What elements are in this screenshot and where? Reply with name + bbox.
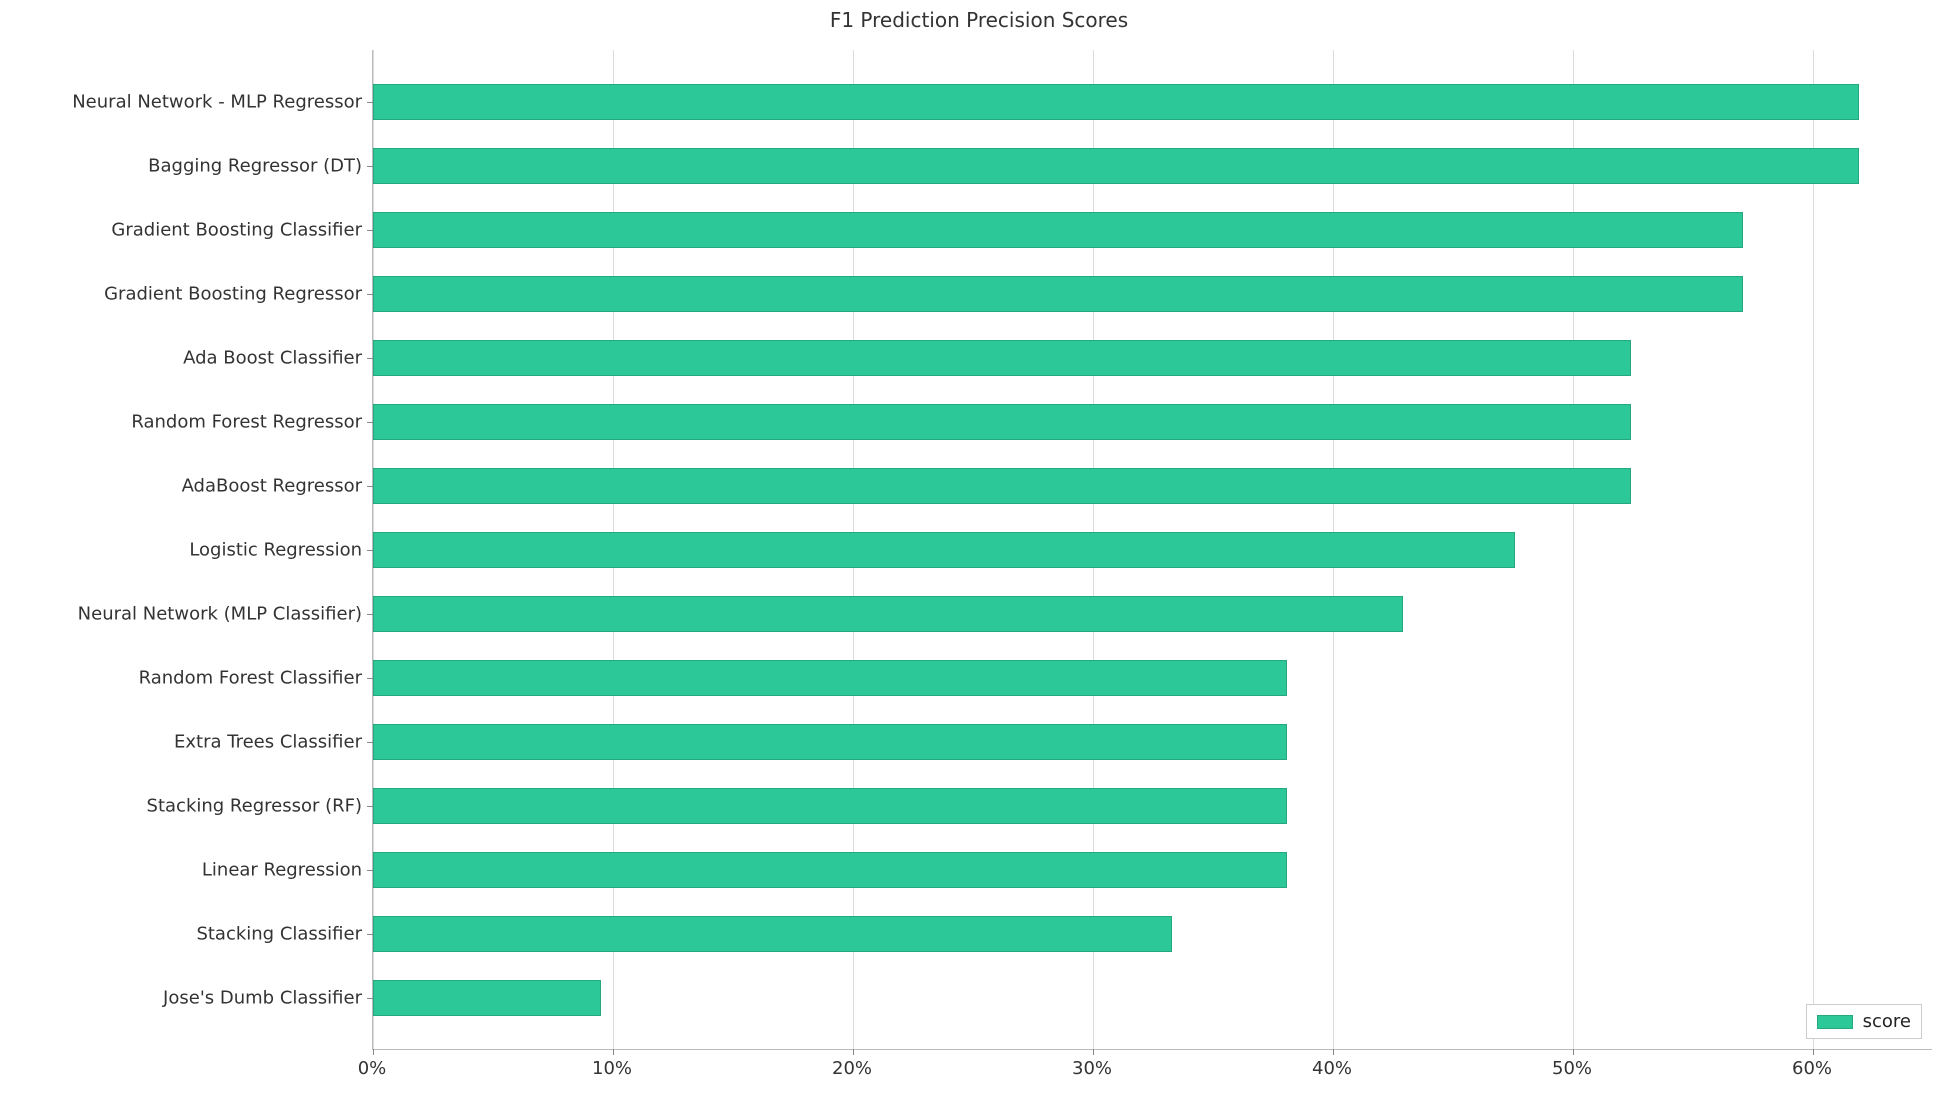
y-tick-label: Random Forest Classifier xyxy=(2,668,362,689)
bar xyxy=(373,788,1287,824)
y-tick-mark xyxy=(367,678,373,679)
x-tick-label: 0% xyxy=(358,1058,387,1079)
y-tick-mark xyxy=(367,358,373,359)
y-tick-mark xyxy=(367,614,373,615)
bar xyxy=(373,980,601,1016)
y-tick-mark xyxy=(367,102,373,103)
x-tick-label: 50% xyxy=(1552,1058,1592,1079)
y-tick-label: Stacking Regressor (RF) xyxy=(2,796,362,817)
y-tick-mark xyxy=(367,550,373,551)
x-tick-mark xyxy=(1573,1049,1574,1055)
y-tick-label: Linear Regression xyxy=(2,860,362,881)
bar xyxy=(373,532,1515,568)
y-tick-label: Gradient Boosting Classifier xyxy=(2,220,362,241)
bar xyxy=(373,852,1287,888)
bar xyxy=(373,148,1859,184)
y-tick-mark xyxy=(367,230,373,231)
figure: F1 Prediction Precision Scores xyxy=(0,0,1958,1096)
bar xyxy=(373,276,1743,312)
y-tick-label: Neural Network - MLP Regressor xyxy=(2,92,362,113)
y-tick-mark xyxy=(367,422,373,423)
y-tick-mark xyxy=(367,166,373,167)
y-tick-label: AdaBoost Regressor xyxy=(2,476,362,497)
y-tick-mark xyxy=(367,806,373,807)
gridline xyxy=(1573,50,1574,1049)
y-tick-label: Logistic Regression xyxy=(2,540,362,561)
x-tick-label: 40% xyxy=(1312,1058,1352,1079)
x-tick-mark xyxy=(1813,1049,1814,1055)
bar xyxy=(373,404,1631,440)
bar xyxy=(373,340,1631,376)
bar xyxy=(373,724,1287,760)
x-tick-label: 30% xyxy=(1072,1058,1112,1079)
x-tick-label: 10% xyxy=(592,1058,632,1079)
y-tick-mark xyxy=(367,998,373,999)
x-tick-label: 60% xyxy=(1792,1058,1832,1079)
bar xyxy=(373,660,1287,696)
y-tick-label: Stacking Classifier xyxy=(2,924,362,945)
gridline xyxy=(1813,50,1814,1049)
y-tick-mark xyxy=(367,870,373,871)
x-tick-mark xyxy=(1093,1049,1094,1055)
y-tick-label: Gradient Boosting Regressor xyxy=(2,284,362,305)
y-tick-label: Neural Network (MLP Classifier) xyxy=(2,604,362,625)
x-tick-mark xyxy=(1333,1049,1334,1055)
legend-swatch xyxy=(1817,1015,1853,1029)
x-tick-mark xyxy=(373,1049,374,1055)
y-tick-label: Random Forest Regressor xyxy=(2,412,362,433)
plot-area: score xyxy=(372,50,1932,1050)
legend-label: score xyxy=(1863,1011,1911,1032)
x-tick-label: 20% xyxy=(832,1058,872,1079)
y-tick-mark xyxy=(367,742,373,743)
bar xyxy=(373,468,1631,504)
x-tick-mark xyxy=(853,1049,854,1055)
y-tick-label: Ada Boost Classifier xyxy=(2,348,362,369)
bar xyxy=(373,916,1172,952)
y-tick-mark xyxy=(367,294,373,295)
y-tick-label: Bagging Regressor (DT) xyxy=(2,156,362,177)
bar xyxy=(373,212,1743,248)
y-tick-label: Jose's Dumb Classifier xyxy=(2,988,362,1009)
x-tick-mark xyxy=(613,1049,614,1055)
bar xyxy=(373,596,1403,632)
bar xyxy=(373,84,1859,120)
chart-title: F1 Prediction Precision Scores xyxy=(0,8,1958,32)
y-tick-label: Extra Trees Classifier xyxy=(2,732,362,753)
y-tick-mark xyxy=(367,934,373,935)
y-tick-mark xyxy=(367,486,373,487)
legend: score xyxy=(1806,1004,1922,1039)
